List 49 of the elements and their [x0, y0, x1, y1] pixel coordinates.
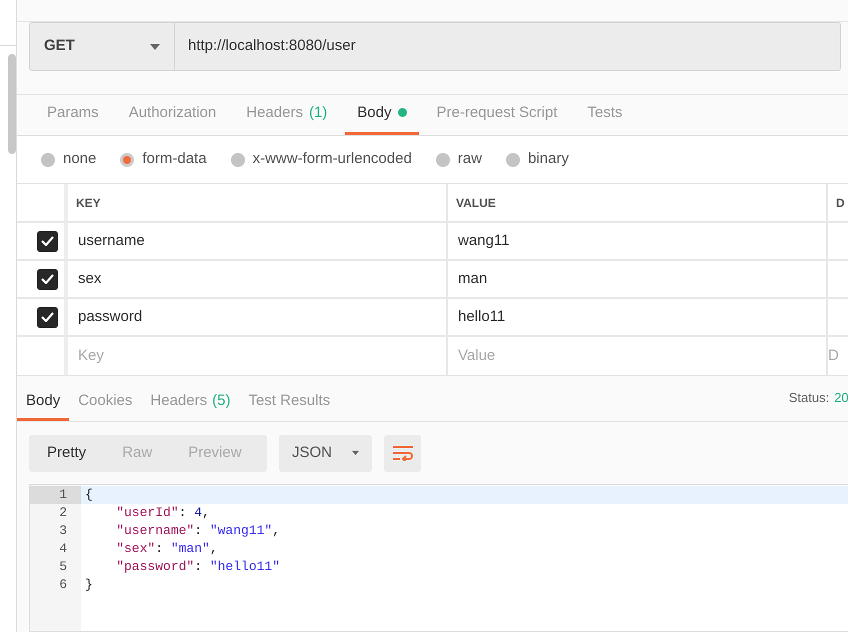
scrollbar[interactable]: [8, 54, 16, 154]
line-number: 3: [59, 522, 67, 540]
body-type-radio[interactable]: form-data: [120, 148, 207, 171]
line-number: 2: [59, 504, 67, 522]
column-header: D: [836, 194, 845, 212]
check-icon: [41, 274, 54, 284]
response-tab[interactable]: Body: [17, 390, 70, 421]
row-checkbox[interactable]: [37, 230, 58, 252]
view-mode-button[interactable]: Pretty: [29, 434, 104, 472]
line-number: 5: [59, 558, 67, 576]
wrap-button[interactable]: [384, 434, 421, 472]
key-cell[interactable]: password: [78, 306, 142, 328]
line-number: 4: [59, 540, 67, 558]
body-type-radio[interactable]: none: [41, 148, 96, 171]
column-header: KEY: [76, 194, 101, 212]
code-line: }: [85, 576, 93, 594]
body-type-radio[interactable]: x-www-form-urlencoded: [230, 148, 412, 171]
caret-icon: [352, 450, 359, 456]
code-line: "username": "wang11",: [115, 522, 280, 540]
code-line: "sex": "man",: [115, 540, 218, 558]
line-number: 1: [59, 486, 67, 504]
key-cell[interactable]: sex: [78, 268, 102, 290]
status-label: Status:: [788, 389, 830, 407]
code-line: "password": "hello11": [115, 558, 280, 576]
code-line: {: [85, 486, 93, 504]
radio-icon[interactable]: [230, 152, 245, 166]
body-type-radio[interactable]: binary: [506, 148, 569, 171]
column-header: VALUE: [456, 194, 496, 212]
radio-icon[interactable]: [120, 152, 134, 166]
code-line: "userId": 4,: [115, 504, 210, 522]
row-checkbox[interactable]: [37, 306, 58, 328]
radio-icon[interactable]: [41, 152, 55, 166]
method-dropdown[interactable]: GET: [29, 22, 175, 71]
wrap-lines-icon: [392, 445, 414, 461]
check-icon: [41, 236, 54, 246]
radio-icon[interactable]: [506, 152, 520, 166]
key-cell[interactable]: username: [78, 230, 145, 252]
line-number: 6: [59, 576, 67, 594]
format-dropdown[interactable]: JSON: [279, 434, 372, 472]
value-cell[interactable]: man: [458, 268, 488, 290]
value-cell[interactable]: wang11: [458, 230, 510, 252]
radio-icon[interactable]: [436, 152, 450, 166]
value-cell[interactable]: hello11: [458, 306, 506, 328]
url-field[interactable]: http://localhost:8080/user: [175, 22, 841, 71]
status-value: 20: [834, 389, 848, 407]
caret-icon: [150, 44, 160, 50]
row-checkbox[interactable]: [37, 268, 58, 290]
check-icon: [41, 312, 54, 322]
body-type-radio[interactable]: raw: [436, 148, 482, 171]
